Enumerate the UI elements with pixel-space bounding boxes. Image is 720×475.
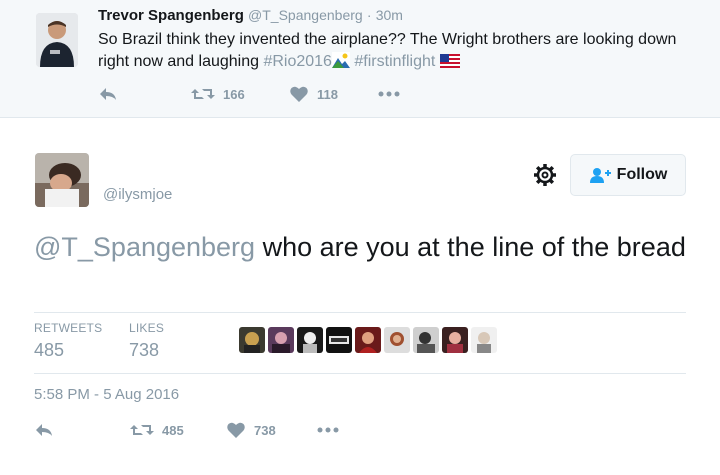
likes-label: LIKES bbox=[129, 321, 165, 335]
retweet-icon bbox=[191, 89, 215, 99]
author-handle[interactable]: @ilysmjoe bbox=[103, 186, 172, 203]
reply-icon bbox=[100, 88, 116, 100]
more-button[interactable] bbox=[316, 426, 340, 434]
retweet-button[interactable]: 166 bbox=[191, 86, 245, 102]
retweet-count: 166 bbox=[223, 86, 245, 102]
liker-avatar[interactable] bbox=[326, 327, 352, 353]
follow-button[interactable]: Follow bbox=[570, 154, 686, 196]
retweet-count: 485 bbox=[162, 422, 184, 438]
separator-dot: · bbox=[366, 7, 372, 23]
parent-timestamp[interactable]: 30m bbox=[376, 7, 403, 23]
liker-avatar[interactable] bbox=[413, 327, 439, 353]
like-button[interactable]: 118 bbox=[290, 86, 338, 102]
liker-avatars bbox=[239, 327, 497, 353]
more-button[interactable] bbox=[377, 90, 401, 98]
like-count: 118 bbox=[317, 86, 338, 102]
likes-stat[interactable]: LIKES 738 bbox=[129, 321, 164, 361]
parent-tweet[interactable]: Trevor Spangenberg @T_Spangenberg · 30m … bbox=[0, 0, 720, 118]
liker-avatar[interactable] bbox=[268, 327, 294, 353]
hashtag-rio2016[interactable]: #Rio2016 bbox=[263, 53, 332, 70]
retweets-value: 485 bbox=[34, 340, 65, 360]
retweets-label: RETWEETS bbox=[34, 321, 103, 335]
tweet-body: who are you at the line of the bread bbox=[255, 232, 686, 262]
stats-divider-top bbox=[34, 312, 686, 313]
retweet-icon bbox=[130, 425, 154, 435]
reply-button[interactable] bbox=[34, 422, 54, 438]
hashtag-firstinflight[interactable]: #firstinflight bbox=[354, 53, 435, 70]
more-icon bbox=[378, 91, 400, 97]
like-icon bbox=[227, 422, 245, 438]
follow-label: Follow bbox=[616, 166, 668, 183]
reply-button[interactable] bbox=[98, 86, 118, 102]
liker-avatar[interactable] bbox=[442, 327, 468, 353]
mention-link[interactable]: @T_Spangenberg bbox=[34, 232, 255, 262]
stats-divider-bottom bbox=[34, 373, 686, 374]
liker-avatar[interactable] bbox=[355, 327, 381, 353]
parent-avatar[interactable] bbox=[36, 13, 78, 67]
parent-author-handle[interactable]: @T_Spangenberg bbox=[248, 7, 363, 23]
retweets-stat[interactable]: RETWEETS 485 bbox=[34, 321, 102, 361]
liker-avatar[interactable] bbox=[471, 327, 497, 353]
parent-action-bar: 166 118 bbox=[98, 86, 428, 106]
parent-tweet-text: So Brazil think they invented the airpla… bbox=[98, 29, 698, 75]
reply-icon bbox=[36, 424, 52, 436]
main-action-bar: 485 738 bbox=[34, 422, 364, 442]
likes-value: 738 bbox=[129, 340, 160, 360]
mountain-emoji-icon bbox=[331, 52, 350, 75]
follow-person-icon bbox=[589, 168, 611, 183]
liker-avatar[interactable] bbox=[384, 327, 410, 353]
liker-avatar[interactable] bbox=[297, 327, 323, 353]
tweet-text: @T_Spangenberg who are you at the line o… bbox=[34, 229, 694, 266]
liker-avatar[interactable] bbox=[239, 327, 265, 353]
more-icon bbox=[317, 427, 339, 433]
gear-icon[interactable] bbox=[533, 163, 557, 187]
retweet-button[interactable]: 485 bbox=[130, 422, 184, 438]
like-icon bbox=[290, 86, 308, 102]
us-flag-emoji-icon bbox=[439, 53, 460, 75]
author-avatar[interactable] bbox=[35, 153, 89, 207]
like-count: 738 bbox=[254, 422, 276, 438]
like-button[interactable]: 738 bbox=[227, 422, 276, 438]
parent-author-name[interactable]: Trevor Spangenberg bbox=[98, 7, 244, 24]
tweet-timestamp[interactable]: 5:58 PM - 5 Aug 2016 bbox=[34, 386, 179, 403]
